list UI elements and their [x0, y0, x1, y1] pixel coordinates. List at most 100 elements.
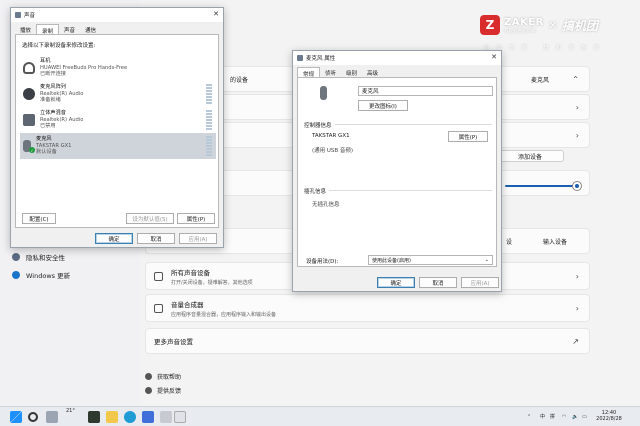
feedback-link[interactable]: 提供反馈 [145, 386, 181, 395]
tab-communications[interactable]: 通信 [80, 24, 101, 34]
properties-button[interactable]: 属性(P) [177, 213, 215, 224]
controller-label: 控制器信息 [304, 121, 335, 129]
device-status: 已断开连接 [40, 71, 66, 78]
device-row-headset[interactable]: 耳机 HUAWEI FreeBuds Pro Hands-Free 已断开连接 [20, 55, 216, 81]
zaker-tagline: 有趣好看的新闻 [504, 28, 536, 34]
terminal-icon[interactable] [88, 411, 100, 423]
jack-label: 插孔信息 [304, 187, 330, 195]
dialog-title: 麦克风 属性 [306, 56, 336, 62]
get-help-link[interactable]: 获取帮助 [145, 372, 181, 381]
help-icon [145, 373, 152, 380]
device-row-microphone[interactable]: ✓ 麦克风 TAKSTAR GX1 默认设备 [20, 133, 216, 159]
input-device-button[interactable]: 输入设备 [543, 237, 567, 246]
general-panel: 麦克风 更改图标(I) 控制器信息 TAKSTAR GX1 属性(P) (通用 … [297, 77, 497, 267]
tab-recording[interactable]: 录制 [36, 24, 60, 35]
close-icon[interactable]: ✕ [213, 10, 219, 18]
mic-properties-dialog: 麦克风 属性 ✕ 常规 侦听 级别 高级 麦克风 更改图标(I) 控制器信息 T… [292, 50, 502, 292]
more-sound-settings-card[interactable]: 更多声音设置 ↗ [145, 328, 590, 354]
battery-icon[interactable]: ▭ [582, 414, 587, 420]
props-tabs: 常规 侦听 级别 高级 [293, 65, 501, 78]
zaker-watermark: Z ZAKER 有趣好看的新闻 × 搞机团 [480, 15, 598, 35]
change-icon-button[interactable]: 更改图标(I) [358, 100, 408, 111]
set-default-button[interactable]: 设为默认值(S) [126, 213, 174, 224]
headset-icon [23, 62, 35, 74]
mixer-icon [154, 303, 163, 313]
tab-levels[interactable]: 级别 [341, 67, 362, 77]
props-ok-button[interactable]: 确定 [377, 277, 415, 288]
controller-name: TAKSTAR GX1 [312, 133, 350, 139]
device-usage-select[interactable]: 使用此设备(启用) ⌄ [368, 255, 493, 265]
task-view-icon[interactable] [46, 411, 58, 423]
add-device-button[interactable]: 添加设备 [496, 150, 564, 162]
stereo-mix-icon [23, 114, 35, 126]
nav-item-label: Windows 更新 [26, 272, 71, 280]
mic-array-icon [23, 88, 35, 100]
device-status: 已禁用 [40, 123, 56, 130]
cancel-button[interactable]: 取消 [137, 233, 175, 244]
volume-slider-thumb[interactable] [573, 182, 581, 190]
external-link-icon: ↗ [572, 337, 579, 346]
card-title: 音量合成器 [171, 300, 204, 309]
tab-sounds[interactable]: 声音 [59, 24, 80, 34]
volume-slider-track[interactable] [505, 185, 577, 187]
card-title: 所有声音设备 [171, 268, 210, 277]
edge-icon[interactable] [124, 411, 136, 423]
controller-properties-button[interactable]: 属性(P) [448, 131, 488, 142]
settings-app-icon[interactable] [160, 411, 172, 423]
taskbar: 21° ⌃ 中 拼 ◠ 🔈 ▭ 12:40 2022/8/28 [0, 406, 640, 426]
controller-desc: (通用 USB 音频) [312, 148, 354, 154]
card-title: 更多声音设置 [154, 338, 193, 346]
instruction-text: 选择以下录制设备来修改设置: [22, 43, 96, 49]
tab-general[interactable]: 常规 [297, 67, 321, 78]
default-check-icon: ✓ [29, 147, 35, 153]
nav-item-label: 隐私和安全性 [26, 254, 65, 262]
chevron-right-icon: › [575, 103, 579, 112]
device-row-mic-array[interactable]: 麦克风阵列 Realtek(R) Audio 准备就绪 [20, 81, 216, 107]
tab-playback[interactable]: 播放 [15, 24, 36, 34]
card-device-text: 的设备 [230, 76, 249, 84]
file-explorer-icon[interactable] [106, 411, 118, 423]
sound-dialog-titlebar[interactable]: 声音 ✕ [11, 8, 223, 22]
volume-mixer-card[interactable]: 音量合成器 应用程序音量混合器，应用程序输入和输出设备 › [145, 294, 590, 322]
microphone-icon [297, 55, 303, 61]
ok-button[interactable]: 确定 [95, 233, 133, 244]
clock-date: 2022/8/28 [596, 416, 622, 422]
controller-group: 控制器信息 [304, 121, 492, 129]
device-usage-label: 设备用法(D): [306, 259, 339, 265]
device-name-input[interactable]: 麦克风 [358, 86, 493, 96]
shield-icon [12, 253, 20, 261]
apply-button[interactable]: 应用(A) [179, 233, 217, 244]
close-icon[interactable]: ✕ [491, 53, 497, 61]
clock[interactable]: 12:40 2022/8/28 [594, 410, 624, 422]
tab-advanced[interactable]: 高级 [362, 67, 383, 77]
nav-item-windows-update[interactable]: Windows 更新 [12, 270, 70, 280]
props-cancel-button[interactable]: 取消 [419, 277, 457, 288]
feedback-icon [145, 387, 152, 394]
level-meter [206, 110, 212, 130]
chevron-up-icon[interactable]: ⌃ [527, 414, 531, 420]
device-usage-value: 使用此设备(启用) [372, 257, 411, 264]
props-dialog-titlebar[interactable]: 麦克风 属性 ✕ [293, 51, 501, 65]
dialog-title: 声音 [24, 13, 36, 19]
volume-icon[interactable]: 🔈 [572, 414, 578, 420]
tab-listen[interactable]: 侦听 [320, 67, 341, 77]
device-row-stereo-mix[interactable]: 立体声混音 Realtek(R) Audio 已禁用 [20, 107, 216, 133]
chevron-right-icon: › [575, 304, 579, 313]
props-apply-button[interactable]: 应用(A) [461, 277, 499, 288]
sound-app-icon[interactable] [174, 411, 186, 423]
card-device-value: 麦克风 [530, 76, 549, 84]
configure-button[interactable]: 配置(C) [22, 213, 56, 224]
search-icon[interactable] [28, 412, 38, 422]
chevron-right-icon: › [575, 272, 579, 281]
chevron-right-icon: › [575, 131, 579, 140]
nav-item-privacy[interactable]: 隐私和安全性 [12, 252, 65, 262]
store-icon[interactable] [142, 411, 154, 423]
start-icon[interactable] [10, 411, 22, 423]
tray-ime[interactable]: 拼 [550, 414, 555, 420]
weather-widget[interactable]: 21° [66, 408, 75, 414]
jack-value: 无插孔信息 [312, 202, 340, 208]
partner-brand: 搞机团 [561, 18, 598, 33]
speaker-device-icon [154, 271, 163, 281]
wifi-icon[interactable]: ◠ [562, 414, 566, 420]
tray-lang[interactable]: 中 [540, 414, 545, 420]
